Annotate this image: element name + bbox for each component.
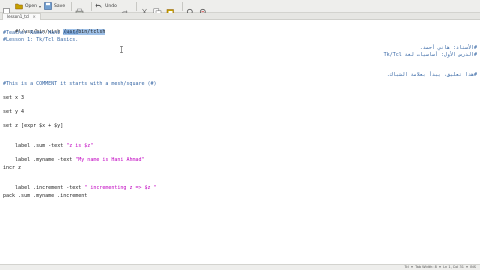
undo-button[interactable]: Undo [95, 1, 117, 12]
text-cursor [120, 38, 123, 53]
search-icon[interactable] [186, 2, 195, 16]
label-increment-string: " incrementing z => $z " [84, 185, 157, 191]
label-increment-command: label .increment -text [15, 185, 85, 191]
code-set-x: set x 3 [3, 95, 25, 101]
print-icon[interactable] [75, 2, 84, 15]
label-myname-command: label .myname -text [15, 157, 76, 163]
toolbar-separator [91, 1, 93, 11]
status-bar: Tcl ▾ Tab Width: 8 ▾ Ln 1, Col 31 ▾ INS [0, 264, 480, 270]
chevron-down-icon[interactable]: ▾ [39, 4, 41, 9]
comment-teacher: #Teacher Name: Hani Ahmad [3, 30, 79, 36]
toolbar-separator [71, 1, 73, 11]
code-incr: incr z [3, 165, 22, 171]
save-label: Save [54, 3, 66, 9]
label-myname-string: "My name is Hani Ahmad" [75, 157, 145, 163]
redo-icon[interactable] [120, 2, 129, 14]
code-set-y: set y 4 [3, 109, 25, 115]
paste-icon[interactable] [166, 2, 175, 17]
search-replace-icon[interactable] [199, 2, 208, 16]
close-icon[interactable]: × [32, 14, 35, 19]
code-label-myname: label .myname -text "My name is Hani Ahm… [3, 151, 145, 169]
toolbar: Open ▾ Save Undo [0, 0, 480, 17]
tab-lesson1[interactable]: lesson1_tcl × [2, 13, 41, 20]
open-button[interactable]: Open ▾ [15, 1, 41, 12]
save-icon [44, 2, 52, 10]
open-label: Open [25, 3, 38, 9]
comment-rtl-hash: #هذا تعليق، يبدأ بعلامة الشباك. [386, 72, 477, 78]
copy-icon[interactable] [153, 2, 162, 17]
status-position[interactable]: Tcl ▾ Tab Width: 8 ▾ Ln 1, Col 31 ▾ INS [404, 265, 476, 270]
toolbar-separator [181, 1, 183, 11]
label-sum-command: label .sum -text [15, 143, 67, 149]
undo-icon [95, 2, 103, 10]
cut-icon[interactable] [140, 2, 149, 17]
code-pack: pack .sum .myname .increment [3, 193, 88, 199]
label-sum-string: "z is $z" [66, 143, 94, 149]
toolbar-separator [135, 1, 137, 11]
new-document-icon[interactable] [2, 2, 11, 17]
save-button[interactable]: Save [44, 1, 65, 12]
folder-icon [15, 2, 23, 10]
document-tabs: lesson1_tcl × [0, 13, 480, 20]
code-set-z: set z [expr $x + $y] [3, 123, 64, 129]
comment-rtl-lesson: #الدرس الأول: أساسيات لغة Tk/Tcl [383, 52, 477, 58]
tab-label: lesson1_tcl [7, 14, 30, 19]
comment-lesson: #Lesson 1: Tk/Tcl Basics. [3, 37, 79, 43]
comment-rtl-teacher: #الأستاذ: هاني أحمد. [419, 45, 477, 51]
code-editor[interactable]: #!/usr/bin/wish /usr/bin/tclsh #Teacher … [0, 20, 480, 264]
undo-label: Undo [105, 3, 117, 9]
comment-hash: #This is a COMMENT it starts with a mesh… [3, 81, 157, 87]
